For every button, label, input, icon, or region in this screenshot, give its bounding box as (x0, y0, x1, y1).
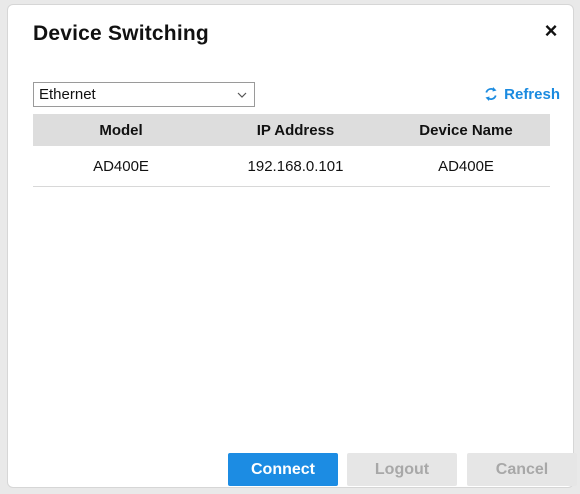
refresh-button[interactable]: Refresh (484, 83, 560, 105)
device-switching-dialog: Device Switching × Ethernet Refresh Mode… (7, 4, 577, 488)
column-header-model[interactable]: Model (33, 122, 209, 139)
cell-model: AD400E (93, 157, 149, 175)
refresh-icon (485, 87, 497, 101)
column-header-ip-address[interactable]: IP Address (209, 122, 382, 139)
column-header-device-name[interactable]: Device Name (382, 122, 550, 139)
connection-type-value: Ethernet (39, 86, 96, 103)
table-row[interactable]: AD400E 192.168.0.101 AD400E (33, 146, 550, 187)
logout-button: Logout (347, 453, 457, 486)
chevron-down-icon (237, 92, 247, 98)
cell-device-name: AD400E (438, 157, 494, 175)
table-header: Model IP Address Device Name (33, 114, 550, 146)
dialog-title: Device Switching (33, 22, 209, 45)
connect-button[interactable]: Connect (228, 453, 338, 486)
close-icon[interactable]: × (539, 19, 563, 43)
connection-type-select[interactable]: Ethernet (33, 82, 255, 107)
refresh-label: Refresh (504, 85, 560, 103)
cancel-button: Cancel (467, 453, 577, 486)
cell-ip-address: 192.168.0.101 (247, 157, 344, 175)
device-table: Model IP Address Device Name AD400E 192.… (33, 114, 550, 187)
